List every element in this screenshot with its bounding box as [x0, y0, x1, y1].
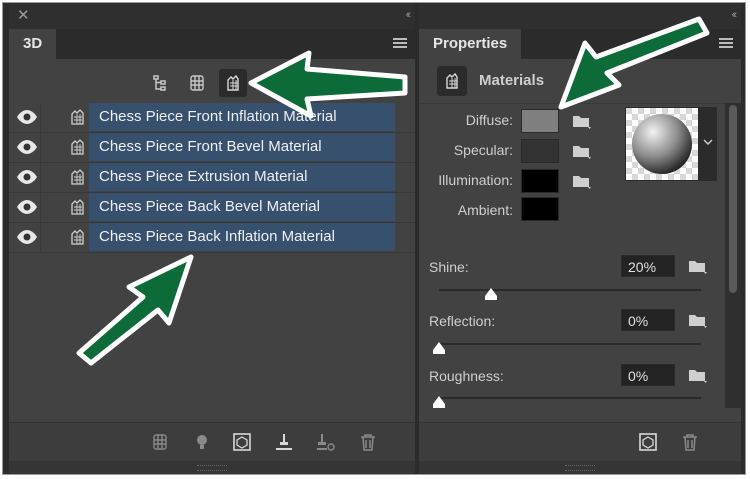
visibility-eye-icon[interactable]: [15, 106, 39, 128]
panel-properties: ‹‹ Properties Materials Diffuse: Specula…: [419, 3, 741, 474]
reflection-slider-thumb[interactable]: [432, 341, 446, 355]
list-item[interactable]: Chess Piece Back Inflation Material: [9, 223, 415, 253]
material-name[interactable]: Chess Piece Back Bevel Material: [89, 193, 395, 221]
diffuse-swatch[interactable]: [521, 109, 559, 133]
roughness-texture-folder-icon[interactable]: [687, 366, 709, 384]
resize-grip[interactable]: [9, 461, 415, 474]
illumination-swatch[interactable]: [521, 169, 559, 193]
panel-menu-icon[interactable]: [719, 38, 733, 50]
panel-menu-icon[interactable]: [393, 38, 407, 50]
visibility-eye-icon[interactable]: [15, 226, 39, 248]
ambient-label: Ambient:: [457, 202, 513, 218]
reflection-texture-folder-icon[interactable]: [687, 311, 709, 329]
material-icon: [69, 138, 87, 156]
reflection-label: Reflection:: [429, 313, 496, 329]
collapse-icon[interactable]: ‹‹: [732, 9, 738, 21]
scrollbar-thumb[interactable]: [729, 105, 737, 293]
diffuse-texture-folder-icon[interactable]: [571, 112, 593, 130]
shine-slider-track[interactable]: [439, 289, 701, 291]
material-icon: [69, 228, 87, 246]
divider: [40, 193, 41, 222]
reflection-input[interactable]: 0%: [621, 309, 675, 331]
material-icon: [69, 108, 87, 126]
roughness-label: Roughness:: [429, 368, 504, 384]
illumination-label: Illumination:: [438, 172, 513, 188]
trash-icon[interactable]: [357, 431, 379, 453]
divider: [40, 103, 41, 132]
shine-slider-thumb[interactable]: [484, 287, 498, 301]
add-mesh-icon[interactable]: [149, 431, 171, 453]
material-icon: [69, 168, 87, 186]
close-icon[interactable]: ✕: [17, 8, 30, 23]
panel-properties-topstrip: ‹‹: [419, 3, 741, 29]
material-name[interactable]: Chess Piece Front Bevel Material: [89, 133, 395, 161]
materials-filter-icon[interactable]: [219, 69, 247, 97]
tab-3d[interactable]: 3D: [9, 29, 57, 59]
collapse-icon[interactable]: ‹‹: [406, 9, 412, 21]
list-item[interactable]: Chess Piece Front Bevel Material: [9, 133, 415, 163]
ambient-swatch[interactable]: [521, 197, 559, 221]
reflection-slider-track[interactable]: [439, 343, 701, 345]
panel-3d-topstrip: ✕ ‹‹: [9, 3, 415, 29]
add-light-icon[interactable]: [191, 431, 213, 453]
roughness-slider-thumb[interactable]: [432, 395, 446, 409]
materials-icon: [437, 66, 467, 96]
material-preview[interactable]: [625, 107, 717, 181]
drop-to-ground-icon[interactable]: [273, 431, 295, 453]
illumination-texture-folder-icon[interactable]: [571, 172, 593, 190]
panel-properties-tabrow: Properties: [419, 29, 741, 59]
materials-header: Materials: [419, 59, 741, 104]
visibility-eye-icon[interactable]: [15, 166, 39, 188]
panel-properties-bottom-toolbar: [419, 422, 741, 461]
roughness-input[interactable]: 0%: [621, 364, 675, 386]
specular-swatch[interactable]: [521, 139, 559, 163]
shine-texture-folder-icon[interactable]: [687, 257, 709, 275]
whole-scene-filter-icon[interactable]: [147, 69, 175, 97]
material-name[interactable]: Chess Piece Back Inflation Material: [89, 223, 395, 251]
material-icon: [69, 198, 87, 216]
list-item[interactable]: Chess Piece Back Bevel Material: [9, 193, 415, 223]
panel-3d-tabrow: 3D: [9, 29, 415, 59]
render-icon[interactable]: [231, 431, 253, 453]
split-extrusion-icon[interactable]: [315, 431, 337, 453]
material-name[interactable]: Chess Piece Extrusion Material: [89, 163, 395, 191]
meshes-filter-icon[interactable]: [183, 69, 211, 97]
divider: [40, 223, 41, 252]
diffuse-label: Diffuse:: [465, 112, 513, 128]
scene-filter-bar: [9, 59, 415, 103]
divider: [40, 163, 41, 192]
trash-icon[interactable]: [679, 431, 701, 453]
material-name[interactable]: Chess Piece Front Inflation Material: [89, 103, 395, 131]
screenshot-frame: ✕ ‹‹ 3D Chess Piece Front Inflation Mate…: [2, 2, 746, 475]
specular-texture-folder-icon[interactable]: [571, 142, 593, 160]
section-title: Materials: [479, 72, 545, 89]
shine-label: Shine:: [429, 259, 469, 275]
list-item[interactable]: Chess Piece Extrusion Material: [9, 163, 415, 193]
specular-label: Specular:: [453, 142, 513, 158]
visibility-eye-icon[interactable]: [15, 196, 39, 218]
render-icon[interactable]: [637, 431, 659, 453]
roughness-slider-track[interactable]: [439, 397, 701, 399]
properties-scrollbar[interactable]: [725, 103, 741, 408]
shine-input[interactable]: 20%: [621, 255, 675, 277]
list-item[interactable]: Chess Piece Front Inflation Material: [9, 103, 415, 133]
panel-3d-bottom-toolbar: [9, 422, 415, 461]
tab-properties[interactable]: Properties: [419, 29, 522, 59]
panel-3d: ✕ ‹‹ 3D Chess Piece Front Inflation Mate…: [9, 3, 415, 474]
visibility-eye-icon[interactable]: [15, 136, 39, 158]
divider: [40, 133, 41, 162]
resize-grip[interactable]: [419, 461, 741, 474]
